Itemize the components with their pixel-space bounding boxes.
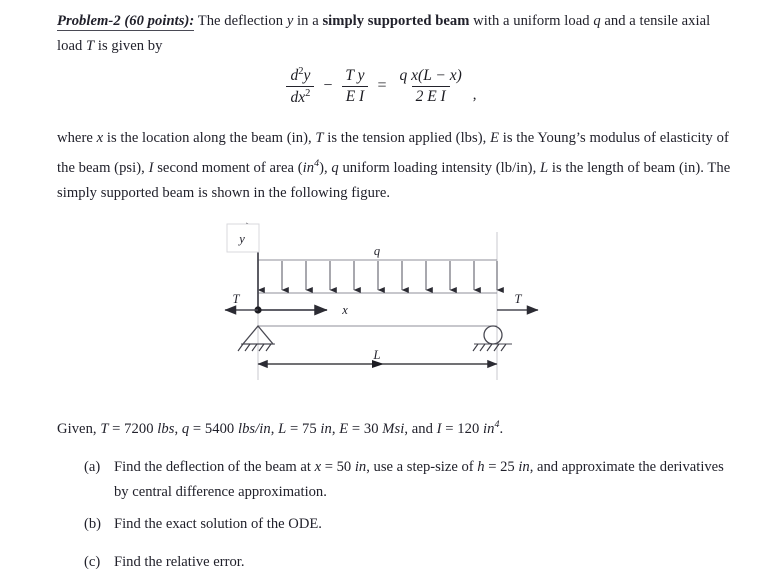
support-pinned-left: [237, 324, 275, 352]
hatch: [244, 343, 251, 352]
pin-hatching: [237, 343, 272, 352]
given-I-unit: in: [483, 420, 495, 437]
axis-label-x: x: [341, 303, 348, 317]
where-text-7: uniform loading intensity (lb/in),: [338, 159, 540, 176]
item-body-c: Find the relative error.: [114, 554, 245, 570]
length-label-L: L: [373, 348, 381, 362]
variable-q: q: [331, 159, 339, 176]
item-label-b: (b): [84, 516, 102, 532]
support-roller-right: [472, 325, 512, 352]
item-label-c: (c): [84, 554, 101, 570]
where-text-3: is the tension applied (lbs),: [323, 130, 491, 146]
simply-supported-beam-figure: q y x T T L: [224, 222, 539, 380]
given-values-paragraph: Given, T = 7200 lbs, q = 5400 lbs/in, L …: [57, 412, 747, 442]
question-item-b: (b) Find the exact solution of the ODE.: [84, 512, 734, 537]
item-label-a: (a): [84, 459, 101, 475]
given-lead: Given,: [57, 420, 101, 437]
problem-title: Problem-2 (60 points):: [57, 13, 195, 31]
axis-label-y: y: [237, 232, 245, 246]
variable-L: L: [539, 159, 549, 176]
unit-inch-fourth: in: [302, 159, 315, 176]
roller-hatching: [472, 343, 507, 352]
item-a-text-4: = 25: [484, 459, 519, 475]
fraction-numerator: q x(L − x): [399, 67, 462, 85]
tension-term-fraction: T y E I: [341, 67, 369, 105]
variable-T: T: [86, 38, 95, 54]
item-a-text-1: Find the deflection of the beam at: [114, 459, 315, 475]
item-a-text-3: , use a step-size of: [366, 459, 478, 475]
nomenclature-paragraph: where x is the location along the beam (…: [57, 126, 733, 206]
load-term-fraction: q x(L − x) 2 E I: [396, 67, 466, 105]
load-label-q: q: [374, 244, 380, 258]
given-period: .: [499, 420, 504, 437]
question-item-a: (a) Find the deflection of the beam at x…: [84, 455, 734, 505]
intro-text-3: with a uniform load: [469, 13, 594, 29]
question-item-c: (c) Find the relative error.: [84, 550, 734, 575]
hatch: [265, 343, 272, 352]
given-q-value: = 5400: [189, 420, 238, 437]
tension-label-left: T: [233, 292, 241, 306]
given-T-value: = 7200: [108, 420, 158, 437]
fraction-denominator: E I: [341, 85, 369, 105]
equation-trailing-comma: ,: [472, 87, 477, 104]
hatch: [251, 343, 258, 352]
document-page: Problem-2 (60 points): The deflection y …: [0, 0, 763, 583]
tension-label-right: T: [515, 292, 523, 306]
problem-statement-paragraph: Problem-2 (60 points): The deflection y …: [57, 9, 737, 59]
fraction-numerator: d2y: [290, 66, 311, 85]
load-arrows: [281, 261, 481, 293]
equals-operator: =: [377, 77, 387, 95]
distributed-load-region: [257, 259, 504, 294]
intro-text-1: The deflection: [194, 13, 287, 29]
fraction-denominator: dx2: [286, 85, 315, 107]
given-E-unit: Msi: [382, 420, 405, 437]
item-body-a: Find the deflection of the beam at x = 5…: [114, 455, 734, 505]
given-sep-1: ,: [174, 420, 182, 437]
given-L-unit: in: [320, 420, 332, 437]
hatch: [486, 343, 493, 352]
where-text-5: second moment of area (: [153, 159, 303, 176]
intro-text-2: in a: [293, 13, 323, 29]
given-I-value: = 120: [441, 420, 483, 437]
item-body-b: Find the exact solution of the ODE.: [114, 516, 322, 532]
where-text-1: where: [57, 130, 97, 146]
given-sep-2: ,: [270, 420, 279, 437]
minus-operator: −: [323, 77, 333, 95]
second-derivative-fraction: d2y dx2: [286, 66, 315, 107]
roller-circle: [483, 325, 503, 345]
given-E-value: = 30: [348, 420, 383, 437]
hatch: [237, 343, 244, 352]
given-L-value: = 75: [286, 420, 321, 437]
fraction-numerator: T y: [345, 67, 365, 85]
emphasis-simply-supported-beam: simply supported beam: [322, 13, 470, 29]
variable-q: q: [593, 13, 601, 29]
given-E-symbol: E: [339, 420, 349, 437]
length-dimension: L: [257, 348, 498, 369]
variable-T: T: [315, 130, 324, 146]
where-text-2: is the location along the beam (in),: [103, 130, 316, 146]
intro-text-5: is given by: [94, 38, 163, 54]
fraction-denominator: 2 E I: [411, 85, 450, 105]
hatch: [258, 343, 265, 352]
given-sep-4: , and: [404, 420, 437, 437]
governing-equation: d2y dx2 − T y E I = q x(L − x) 2 E I ,: [0, 66, 763, 106]
given-T-unit: lbs: [157, 420, 175, 437]
where-text-6: ),: [319, 159, 332, 176]
given-q-unit: lbs/in: [237, 420, 271, 437]
item-a-variable-h: h: [477, 459, 485, 475]
hatch: [500, 343, 507, 352]
variable-E: E: [490, 130, 500, 146]
item-a-unit-1: in: [354, 459, 367, 475]
item-a-text-2: = 50: [321, 459, 355, 475]
hatch: [479, 343, 486, 352]
equation-row: d2y dx2 − T y E I = q x(L − x) 2 E I ,: [286, 66, 477, 107]
hatch: [472, 343, 479, 352]
item-a-unit-2: in: [518, 459, 530, 475]
